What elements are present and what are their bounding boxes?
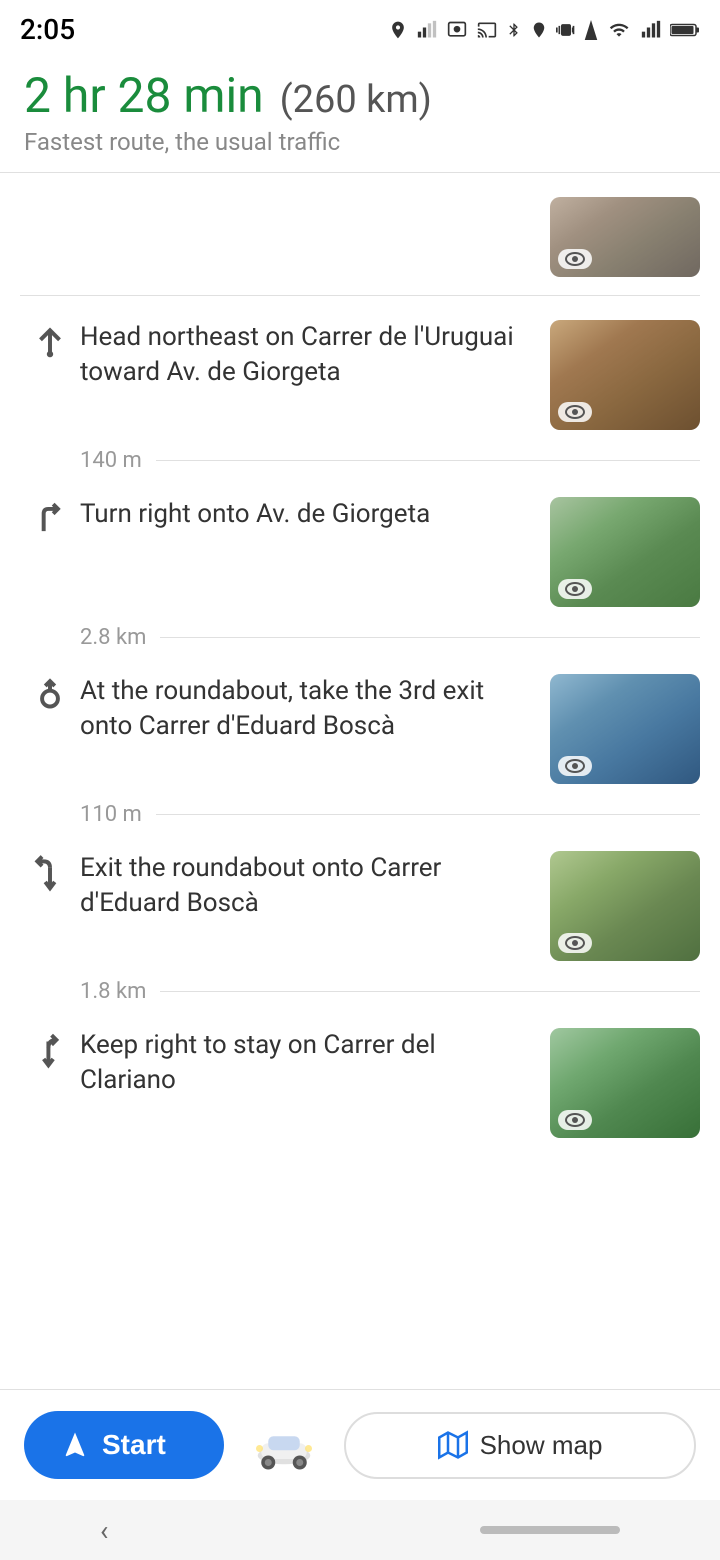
distance-divider-1: 140 m	[0, 448, 720, 473]
direction-thumbnail-1[interactable]	[550, 320, 700, 430]
show-map-label: Show map	[480, 1430, 603, 1461]
directions-list: Head northeast on Carrer de l'Uruguai to…	[0, 173, 720, 1336]
arrow-right-turn-icon	[31, 501, 69, 539]
distance-label-4: 1.8 km	[80, 979, 160, 1004]
street-view-icon-2[interactable]	[558, 579, 592, 599]
direction-item-4: Exit the roundabout onto Carrer d'Eduard…	[0, 827, 720, 979]
signal2-icon	[584, 20, 598, 40]
direction-thumbnail-partial[interactable]	[550, 197, 700, 277]
car-icon	[249, 1415, 319, 1475]
wifi-icon	[606, 20, 632, 40]
direction-icon-5	[20, 1028, 80, 1070]
status-bar: 2:05	[0, 0, 720, 55]
car-icon-button[interactable]	[244, 1410, 324, 1480]
direction-icon-1	[20, 320, 80, 362]
signal-icon	[416, 20, 438, 40]
location2-icon	[530, 20, 548, 40]
street-view-icon-1[interactable]	[558, 402, 592, 422]
start-label: Start	[102, 1429, 166, 1461]
direction-item-1: Head northeast on Carrer de l'Uruguai to…	[0, 296, 720, 448]
direction-text-5: Keep right to stay on Carrer del Clarian…	[80, 1028, 550, 1098]
location-icon	[388, 20, 408, 40]
bottom-bar: Start Show map	[0, 1389, 720, 1500]
direction-item-5: Keep right to stay on Carrer del Clarian…	[0, 1004, 720, 1156]
nav-pill[interactable]	[480, 1526, 620, 1534]
direction-thumbnail-2[interactable]	[550, 497, 700, 607]
screen-record-icon	[446, 20, 468, 40]
back-button[interactable]: ‹	[100, 1514, 108, 1547]
direction-text-2: Turn right onto Av. de Giorgeta	[80, 497, 550, 532]
direction-thumbnail-4[interactable]	[550, 851, 700, 961]
nav-bar: ‹	[0, 1500, 720, 1560]
distance-label-1: 140 m	[80, 448, 156, 473]
distance-label-2: 2.8 km	[80, 625, 160, 650]
vibrate-icon	[556, 20, 576, 40]
direction-icon-4	[20, 851, 80, 893]
direction-text-4: Exit the roundabout onto Carrer d'Eduard…	[80, 851, 550, 921]
direction-item-partial	[0, 173, 720, 295]
direction-item-2: Turn right onto Av. de Giorgeta	[0, 473, 720, 625]
direction-thumbnail-3[interactable]	[550, 674, 700, 784]
route-header: 2 hr 28 min (260 km) Fastest route, the …	[0, 55, 720, 173]
direction-text-3: At the roundabout, take the 3rd exit ont…	[80, 674, 550, 744]
bluetooth-icon	[506, 20, 522, 40]
direction-text-1: Head northeast on Carrer de l'Uruguai to…	[80, 320, 550, 390]
route-duration: 2 hr 28 min	[24, 67, 264, 124]
map-icon	[438, 1430, 468, 1460]
arrow-up-icon	[31, 324, 69, 362]
direction-icon-3	[20, 674, 80, 716]
start-button[interactable]: Start	[24, 1411, 224, 1479]
street-view-icon-5[interactable]	[558, 1110, 592, 1130]
direction-icon-2	[20, 497, 80, 539]
show-map-button[interactable]: Show map	[344, 1412, 696, 1479]
street-view-icon-3[interactable]	[558, 756, 592, 776]
status-time: 2:05	[20, 13, 75, 46]
street-view-icon[interactable]	[558, 249, 592, 269]
status-icons	[388, 20, 700, 40]
keep-right-icon	[31, 1032, 69, 1070]
route-distance: (260 km)	[280, 78, 432, 122]
distance-divider-4: 1.8 km	[0, 979, 720, 1004]
distance-label-3: 110 m	[80, 802, 156, 827]
roundabout-icon	[31, 678, 69, 716]
exit-left-icon	[31, 855, 69, 893]
direction-icon-partial	[20, 197, 80, 201]
cast-icon	[476, 20, 498, 40]
route-subtitle: Fastest route, the usual traffic	[24, 128, 696, 156]
navigation-icon	[60, 1430, 90, 1460]
direction-item-3: At the roundabout, take the 3rd exit ont…	[0, 650, 720, 802]
direction-thumbnail-5[interactable]	[550, 1028, 700, 1138]
battery-icon	[670, 20, 700, 40]
distance-divider-3: 110 m	[0, 802, 720, 827]
distance-divider-2: 2.8 km	[0, 625, 720, 650]
cellular-icon	[640, 20, 662, 40]
street-view-icon-4[interactable]	[558, 933, 592, 953]
